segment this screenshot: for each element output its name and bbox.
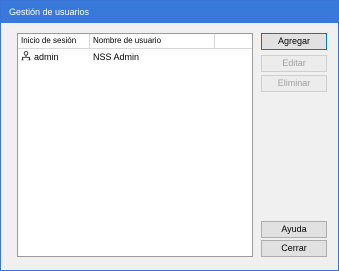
help-button[interactable]: Ayuda (261, 221, 327, 238)
user-group-icon (21, 51, 31, 61)
list-header: Inicio de sesión Nombre de usuario (18, 34, 252, 49)
row-login-text: admin (34, 52, 59, 62)
close-button[interactable]: Cerrar (261, 240, 327, 257)
column-header-extra[interactable] (215, 34, 252, 48)
users-list[interactable]: Inicio de sesión Nombre de usuario admin… (17, 33, 253, 257)
dialog-title: Gestión de usuarios (9, 7, 90, 17)
delete-button[interactable]: Eliminar (261, 75, 327, 92)
add-button[interactable]: Agregar (261, 33, 327, 50)
column-header-username[interactable]: Nombre de usuario (90, 34, 215, 48)
column-header-login[interactable]: Inicio de sesión (18, 34, 90, 48)
title-bar[interactable]: Gestión de usuarios (1, 1, 338, 23)
row-login-cell: admin (21, 50, 59, 64)
user-management-dialog: Gestión de usuarios Inicio de sesión Nom… (0, 0, 339, 271)
table-row[interactable]: admin NSS Admin (18, 50, 252, 64)
edit-button[interactable]: Editar (261, 55, 327, 72)
row-username-cell: NSS Admin (93, 52, 140, 62)
